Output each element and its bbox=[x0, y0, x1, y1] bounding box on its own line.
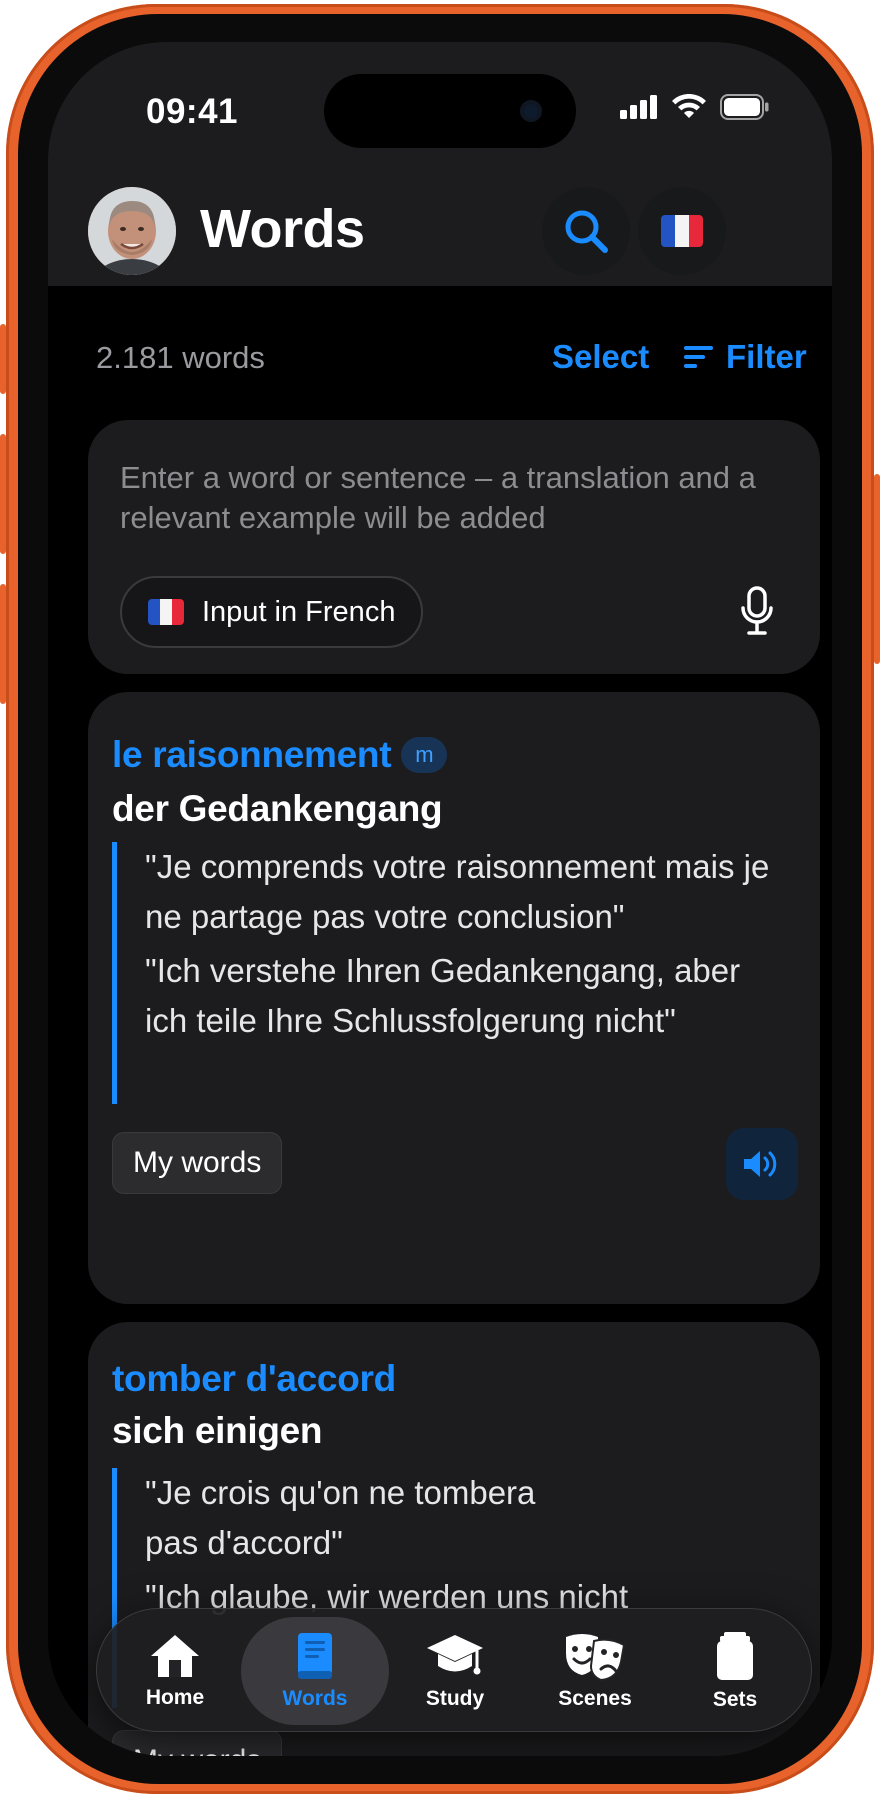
speaker-icon bbox=[744, 1151, 777, 1177]
screen: 09:41 Words 2.181 words Select Filter En… bbox=[48, 42, 832, 1756]
language-flag-button[interactable] bbox=[638, 187, 726, 275]
tab-scenes[interactable]: Scenes bbox=[525, 1609, 665, 1733]
battery-icon bbox=[720, 94, 769, 120]
search-icon bbox=[565, 210, 608, 253]
word-term: le raisonnement bbox=[112, 734, 392, 775]
tab-scenes-label: Scenes bbox=[558, 1687, 632, 1710]
word-term-container: le raisonnement m bbox=[112, 734, 448, 776]
word-input-placeholder[interactable]: Enter a word or sentence – a translation… bbox=[120, 458, 760, 538]
tab-words[interactable]: Words bbox=[245, 1609, 385, 1733]
word-list-tag[interactable]: My words bbox=[112, 1132, 283, 1194]
word-term: tomber d'accord bbox=[112, 1358, 396, 1399]
status-time: 09:41 bbox=[146, 92, 239, 131]
volume-down-button bbox=[0, 584, 6, 704]
example-french: "Je comprends votre raisonnement mais je… bbox=[145, 848, 770, 935]
wifi-icon bbox=[672, 94, 706, 118]
tab-study[interactable]: Study bbox=[385, 1609, 525, 1733]
action-button bbox=[0, 324, 6, 394]
camera-icon bbox=[520, 100, 542, 122]
volume-up-button bbox=[0, 434, 6, 554]
play-audio-button[interactable] bbox=[726, 1128, 798, 1200]
tab-study-label: Study bbox=[425, 1687, 485, 1710]
word-translation: sich einigen bbox=[112, 1410, 323, 1451]
status-icons bbox=[620, 94, 770, 120]
gender-badge: m bbox=[401, 737, 448, 773]
tab-home[interactable]: Home bbox=[105, 1609, 245, 1733]
phone-bezel: 09:41 Words 2.181 words Select Filter En… bbox=[18, 14, 862, 1784]
select-button[interactable]: Select bbox=[552, 338, 649, 376]
word-count: 2.181 words bbox=[96, 340, 265, 375]
page-title: Words bbox=[200, 199, 365, 259]
filter-label: Filter bbox=[726, 338, 807, 375]
house-icon bbox=[151, 1635, 199, 1677]
avatar[interactable] bbox=[88, 187, 176, 275]
tab-home-label: Home bbox=[145, 1686, 205, 1709]
input-language-chip[interactable]: Input in French bbox=[120, 576, 424, 648]
microphone-icon bbox=[741, 586, 773, 635]
graduation-cap-icon bbox=[427, 1635, 483, 1675]
tab-sets-label: Sets bbox=[712, 1688, 758, 1711]
cellular-signal-icon bbox=[620, 95, 657, 119]
word-translation: der Gedankengang bbox=[112, 788, 443, 829]
input-language-label: Input in French bbox=[202, 595, 396, 628]
filter-icon bbox=[684, 346, 713, 368]
header: 09:41 Words bbox=[48, 42, 832, 286]
microphone-button[interactable] bbox=[740, 586, 774, 641]
french-flag-icon bbox=[661, 215, 703, 247]
phone-frame: 09:41 Words 2.181 words Select Filter En… bbox=[0, 4, 880, 1794]
power-button bbox=[874, 474, 880, 664]
example-block: "Je comprends votre raisonnement mais je… bbox=[112, 842, 772, 1104]
french-flag-icon bbox=[148, 599, 184, 625]
profile-photo bbox=[88, 187, 176, 275]
word-list-tag[interactable]: My words bbox=[112, 1730, 283, 1756]
example-german: "Ich verstehe Ihren Gedankengang, aber i… bbox=[145, 952, 741, 1039]
tab-bar: Home Words Study Scenes Sets bbox=[96, 1608, 812, 1732]
tab-sets[interactable]: Sets bbox=[665, 1609, 805, 1733]
theater-masks-icon bbox=[566, 1634, 626, 1681]
book-icon bbox=[298, 1633, 332, 1679]
flashcards-icon bbox=[717, 1632, 753, 1680]
dynamic-island bbox=[324, 74, 576, 148]
tab-words-label: Words bbox=[282, 1687, 348, 1710]
search-button[interactable] bbox=[542, 187, 630, 275]
word-card[interactable]: le raisonnement m der Gedankengang "Je co… bbox=[88, 692, 820, 1304]
example-french: "Je crois qu'on ne tombera pas d'accord" bbox=[145, 1474, 536, 1561]
filter-button[interactable]: Filter bbox=[684, 338, 807, 376]
word-input-card[interactable]: Enter a word or sentence – a translation… bbox=[88, 420, 820, 674]
